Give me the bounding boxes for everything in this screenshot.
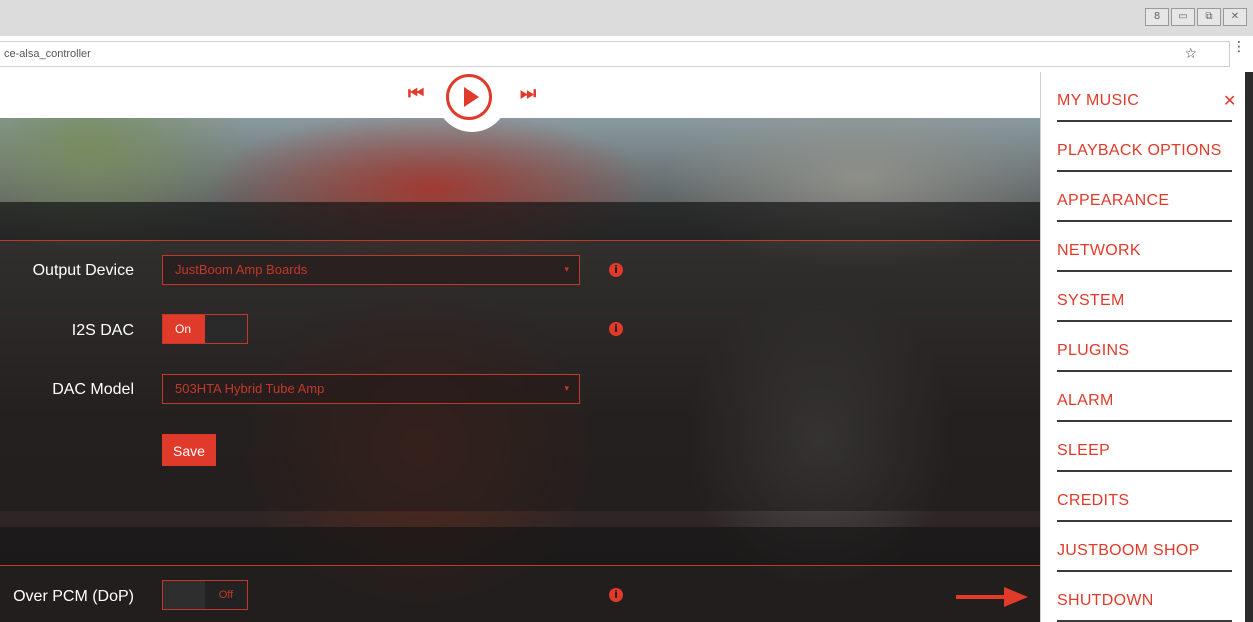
browser-menu-icon[interactable]: ⋮ [1229, 39, 1249, 55]
arrow-annotation-icon [1004, 587, 1028, 607]
arrow-annotation-shaft [956, 595, 1006, 599]
close-window-button[interactable]: ✕ [1223, 8, 1247, 26]
window-controls: 8 ▭ ⧉ ✕ [1145, 8, 1247, 26]
toggle-knob [205, 315, 247, 343]
profile-button[interactable]: 8 [1145, 8, 1169, 26]
info-icon[interactable]: i [609, 322, 623, 336]
dac-model-label: DAC Model [52, 381, 134, 398]
menu-item-justboom-shop[interactable]: JUSTBOOM SHOP [1057, 522, 1232, 572]
chevron-down-icon: ▾ [564, 384, 569, 394]
info-icon[interactable]: i [609, 263, 623, 277]
section-header-band-2 [0, 527, 1040, 565]
dop-toggle[interactable]: Off [162, 580, 248, 610]
dsd-settings-panel [0, 565, 1040, 622]
browser-titlebar: 8 ▭ ⧉ ✕ [0, 0, 1253, 36]
menu-item-alarm[interactable]: ALARM [1057, 372, 1232, 422]
address-text: ce-alsa_controller [4, 48, 91, 60]
output-device-value: JustBoom Amp Boards [175, 262, 308, 277]
play-icon [464, 87, 479, 107]
browser-toolbar: ce-alsa_controller ☆ ⋮ [0, 36, 1253, 73]
menu-item-appearance[interactable]: APPEARANCE [1057, 172, 1232, 222]
address-bar[interactable]: ce-alsa_controller ☆ [0, 41, 1230, 67]
dac-model-value: 503HTA Hybrid Tube Amp [175, 381, 325, 396]
volumio-page: ⏮ ⏭ Output Device JustBoom Amp Boards ▾ … [0, 72, 1253, 622]
output-device-label: Output Device [32, 262, 134, 279]
transport-controls: ⏮ ⏭ [400, 72, 540, 142]
skip-previous-icon[interactable]: ⏮ [408, 83, 424, 104]
menu-item-plugins[interactable]: PLUGINS [1057, 322, 1232, 372]
info-icon[interactable]: i [609, 588, 623, 602]
menu-item-credits[interactable]: CREDITS [1057, 472, 1232, 522]
minimize-button[interactable]: ▭ [1171, 8, 1195, 26]
bookmark-star-icon[interactable]: ☆ [1184, 46, 1197, 62]
i2s-dac-toggle[interactable]: On [162, 314, 248, 344]
toggle-off-state: Off [205, 581, 247, 609]
side-menu: ✕ MY MUSIC PLAYBACK OPTIONS APPEARANCE N… [1040, 72, 1253, 622]
output-device-select[interactable]: JustBoom Amp Boards ▾ [162, 255, 580, 285]
menu-item-sleep[interactable]: SLEEP [1057, 422, 1232, 472]
toggle-knob [163, 581, 205, 609]
menu-item-system[interactable]: SYSTEM [1057, 272, 1232, 322]
section-header-band [0, 202, 1040, 240]
dop-label: Over PCM (DoP) [13, 588, 134, 605]
chevron-down-icon: ▾ [564, 265, 569, 275]
menu-item-shutdown[interactable]: SHUTDOWN [1057, 572, 1232, 622]
restore-button[interactable]: ⧉ [1197, 8, 1221, 26]
save-button[interactable]: Save [162, 434, 216, 466]
menu-item-network[interactable]: NETWORK [1057, 222, 1232, 272]
dac-model-select[interactable]: 503HTA Hybrid Tube Amp ▾ [162, 374, 580, 404]
skip-next-icon[interactable]: ⏭ [520, 83, 536, 104]
i2s-dac-label: I2S DAC [71, 322, 134, 339]
toggle-on-state: On [163, 315, 205, 343]
menu-item-playback-options[interactable]: PLAYBACK OPTIONS [1057, 122, 1232, 172]
menu-item-my-music[interactable]: MY MUSIC [1057, 72, 1232, 122]
